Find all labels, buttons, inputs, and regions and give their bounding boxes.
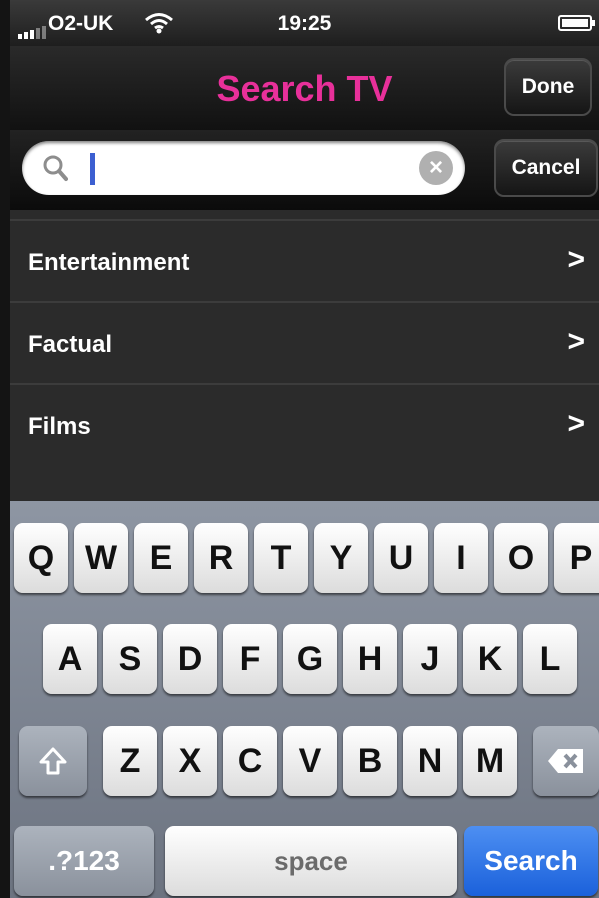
key-v[interactable]: V	[283, 726, 337, 796]
search-icon	[42, 154, 68, 187]
key-e[interactable]: E	[134, 523, 188, 593]
chevron-right-icon: >	[567, 325, 585, 358]
key-z[interactable]: Z	[103, 726, 157, 796]
phone-screen: O2-UK 19:25 Search TV Done × Cancel Ente…	[10, 0, 599, 898]
shift-key[interactable]	[19, 726, 87, 796]
key-n[interactable]: N	[403, 726, 457, 796]
key-f[interactable]: F	[223, 624, 277, 694]
key-q[interactable]: Q	[14, 523, 68, 593]
list-item-entertainment[interactable]: Entertainment >	[10, 219, 599, 301]
list-item-label: Films	[28, 413, 91, 440]
key-t[interactable]: T	[254, 523, 308, 593]
list-item-films[interactable]: Films >	[10, 383, 599, 465]
chevron-right-icon: >	[567, 407, 585, 440]
search-bar: × Cancel	[10, 130, 599, 210]
key-m[interactable]: M	[463, 726, 517, 796]
key-b[interactable]: B	[343, 726, 397, 796]
key-a[interactable]: A	[43, 624, 97, 694]
key-r[interactable]: R	[194, 523, 248, 593]
key-x[interactable]: X	[163, 726, 217, 796]
key-o[interactable]: O	[494, 523, 548, 593]
key-d[interactable]: D	[163, 624, 217, 694]
key-p[interactable]: P	[554, 523, 599, 593]
key-u[interactable]: U	[374, 523, 428, 593]
key-w[interactable]: W	[74, 523, 128, 593]
key-j[interactable]: J	[403, 624, 457, 694]
key-c[interactable]: C	[223, 726, 277, 796]
done-button[interactable]: Done	[504, 58, 592, 116]
list-item-label: Factual	[28, 331, 113, 358]
status-bar: O2-UK 19:25	[10, 0, 599, 46]
status-time: 19:25	[277, 12, 332, 35]
key-l[interactable]: L	[523, 624, 577, 694]
key-s[interactable]: S	[103, 624, 157, 694]
key-y[interactable]: Y	[314, 523, 368, 593]
category-list: Entertainment > Factual > Films >	[10, 219, 599, 465]
battery-icon	[558, 15, 595, 31]
search-field[interactable]: ×	[22, 141, 465, 195]
space-key[interactable]: space	[165, 826, 457, 896]
navigation-bar: Search TV Done	[10, 46, 599, 130]
text-cursor	[90, 153, 95, 185]
key-k[interactable]: K	[463, 624, 517, 694]
key-h[interactable]: H	[343, 624, 397, 694]
chevron-right-icon: >	[567, 243, 585, 276]
key-g[interactable]: G	[283, 624, 337, 694]
numbers-key[interactable]: .?123	[14, 826, 154, 896]
search-input[interactable]	[86, 151, 410, 187]
key-i[interactable]: I	[434, 523, 488, 593]
backspace-icon	[546, 745, 586, 783]
shift-icon	[38, 746, 68, 784]
list-item-factual[interactable]: Factual >	[10, 301, 599, 383]
search-key[interactable]: Search	[464, 826, 598, 896]
backspace-key[interactable]	[533, 726, 599, 796]
on-screen-keyboard: .?123 space Search QWERTYUIOP ASDFGHJKL ZX…	[10, 501, 599, 898]
clear-icon[interactable]: ×	[419, 151, 453, 185]
list-item-label: Entertainment	[28, 249, 190, 276]
cancel-button[interactable]: Cancel	[494, 139, 598, 197]
